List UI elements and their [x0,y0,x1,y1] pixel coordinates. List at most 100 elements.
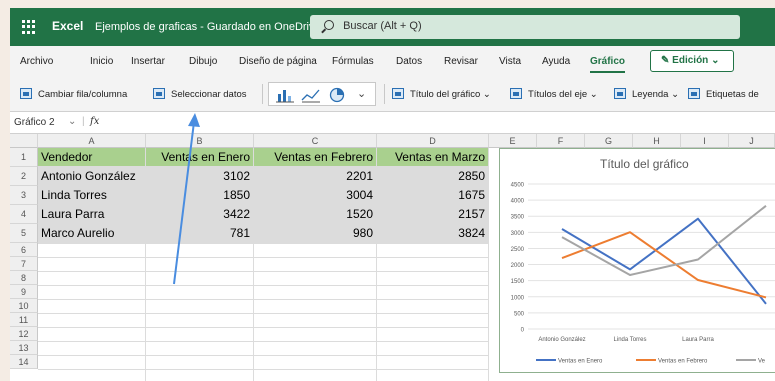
y-tick-label: 1000 [511,295,525,301]
toolbar-divider [262,84,263,104]
row-header[interactable]: 6 [10,243,38,257]
column-chart-icon[interactable] [275,87,295,103]
legend-label: Ve [758,359,766,365]
row-header[interactable]: 11 [10,313,38,327]
column-header[interactable]: J [729,134,775,148]
chart-plot: 0 500 1000 1500 2000 2500 3000 3500 4000 4500 Anto… [511,183,775,365]
table-header-cell[interactable]: Ventas en Marzo [377,148,489,167]
table-cell[interactable]: 3824 [377,224,489,243]
row-header[interactable]: 1 [10,148,38,167]
table-cell[interactable]: 2850 [377,167,489,186]
table-cell[interactable]: 1675 [377,186,489,205]
row-header[interactable]: 3 [10,186,38,205]
legend-label: Ventas en Febrero [658,359,708,365]
tab-formulas[interactable]: Fórmulas [332,56,374,67]
table-cell[interactable]: Laura Parra [38,205,146,224]
select-data-label: Seleccionar datos [171,89,247,100]
tab-inicio[interactable]: Inicio [90,56,113,67]
column-header[interactable]: G [585,134,633,148]
tab-ayuda[interactable]: Ayuda [542,56,570,67]
y-tick-label: 4500 [511,183,525,189]
row-header[interactable]: 10 [10,299,38,313]
tab-archivo[interactable]: Archivo [20,56,53,67]
column-header[interactable]: H [633,134,681,148]
legend-button[interactable]: Leyenda ⌄ [614,88,679,100]
function-icon[interactable]: fx [90,116,99,127]
x-tick-label: Linda Torres [614,337,647,343]
table-cell[interactable]: Marco Aurelio [38,224,146,243]
select-all-corner[interactable] [10,134,38,148]
tab-revisar[interactable]: Revisar [444,56,478,67]
table-cell[interactable]: 2157 [377,205,489,224]
row-header[interactable]: 5 [10,224,38,243]
excel-window: Excel Ejemplos de graficas - Guardado en… [10,8,775,381]
app-launcher-icon[interactable] [22,20,36,34]
pie-chart-icon[interactable] [327,87,347,103]
switch-row-column-button[interactable]: Cambiar fila/columna [20,88,127,100]
search-box[interactable]: Buscar (Alt + Q) [310,15,740,39]
row-header[interactable]: 7 [10,257,38,271]
line-chart-icon[interactable] [301,87,321,103]
column-header[interactable]: A [38,134,146,148]
row-header[interactable]: 4 [10,205,38,224]
search-icon [324,20,334,30]
tab-dibujo[interactable]: Dibujo [189,56,217,67]
tab-grafico[interactable]: Gráfico [590,56,626,73]
x-tick-label: Antonio González [538,337,585,343]
row-header[interactable]: 9 [10,285,38,299]
tab-diseno-de-pagina[interactable]: Diseño de página [239,56,317,67]
empty-cells[interactable] [38,243,489,381]
document-title-text: Ejemplos de graficas - Guardado en OneDr… [95,21,321,33]
tab-datos[interactable]: Datos [396,56,422,67]
column-header[interactable]: I [681,134,729,148]
chevron-down-icon[interactable]: ⌄ [68,116,76,127]
chevron-down-icon: ⌄ [711,55,720,66]
chart-title-button[interactable]: Título del gráfico ⌄ [392,88,491,100]
column-header[interactable]: F [537,134,585,148]
row-header[interactable]: 14 [10,355,38,369]
legend-label: Ventas en Enero [558,359,603,365]
table-cell[interactable]: Linda Torres [38,186,146,205]
axis-titles-button[interactable]: Títulos del eje ⌄ [510,88,598,100]
chart-toolbar: Cambiar fila/columna Seleccionar datos ⌄ [10,76,775,112]
embedded-line-chart[interactable]: Título del gráfico 0 500 1000 1500 2000 2500 3… [499,148,775,373]
tab-vista[interactable]: Vista [499,56,521,67]
annotation-arrow [173,113,200,285]
table-cell[interactable]: 3004 [254,186,377,205]
table-cell[interactable]: Antonio González [38,167,146,186]
select-data-button[interactable]: Seleccionar datos [153,88,247,100]
column-header[interactable]: E [489,134,537,148]
ribbon-tabs: Archivo Inicio Insertar Dibujo Diseño de… [10,46,775,76]
column-header[interactable]: C [254,134,377,148]
row-header[interactable]: 8 [10,271,38,285]
app-name[interactable]: Excel [52,19,83,33]
y-tick-label: 4000 [511,199,525,205]
document-title[interactable]: Ejemplos de graficas - Guardado en OneDr… [95,20,333,33]
table-header-cell[interactable]: Vendedor [38,148,146,167]
y-tick-label: 3500 [511,215,525,221]
chart-title-icon [392,88,404,99]
pencil-icon: ✎ [661,55,670,66]
row-header[interactable]: 2 [10,167,38,186]
chevron-down-icon[interactable]: ⌄ [357,87,366,100]
y-tick-label: 2500 [511,247,525,253]
data-labels-button[interactable]: Etiquetas de [688,88,759,100]
y-tick-label: 500 [514,311,525,317]
column-header[interactable]: D [377,134,489,148]
edit-mode-button[interactable]: ✎ Edición ⌄ [650,50,734,72]
switch-row-column-icon [20,88,32,99]
edit-mode-label: Edición [672,55,709,66]
chart-type-gallery: ⌄ [268,82,376,106]
axis-titles-icon [510,88,522,99]
table-cell[interactable]: 980 [254,224,377,243]
legend-icon [614,88,626,99]
table-cell[interactable]: 1520 [254,205,377,224]
row-header[interactable]: 13 [10,341,38,355]
row-header[interactable]: 12 [10,327,38,341]
name-box[interactable]: Gráfico 2 [14,117,55,128]
table-cell[interactable]: 2201 [254,167,377,186]
axis-titles-label: Títulos del eje [528,89,588,100]
table-header-cell[interactable]: Ventas en Febrero [254,148,377,167]
tab-insertar[interactable]: Insertar [131,56,165,67]
select-data-icon [153,88,165,99]
